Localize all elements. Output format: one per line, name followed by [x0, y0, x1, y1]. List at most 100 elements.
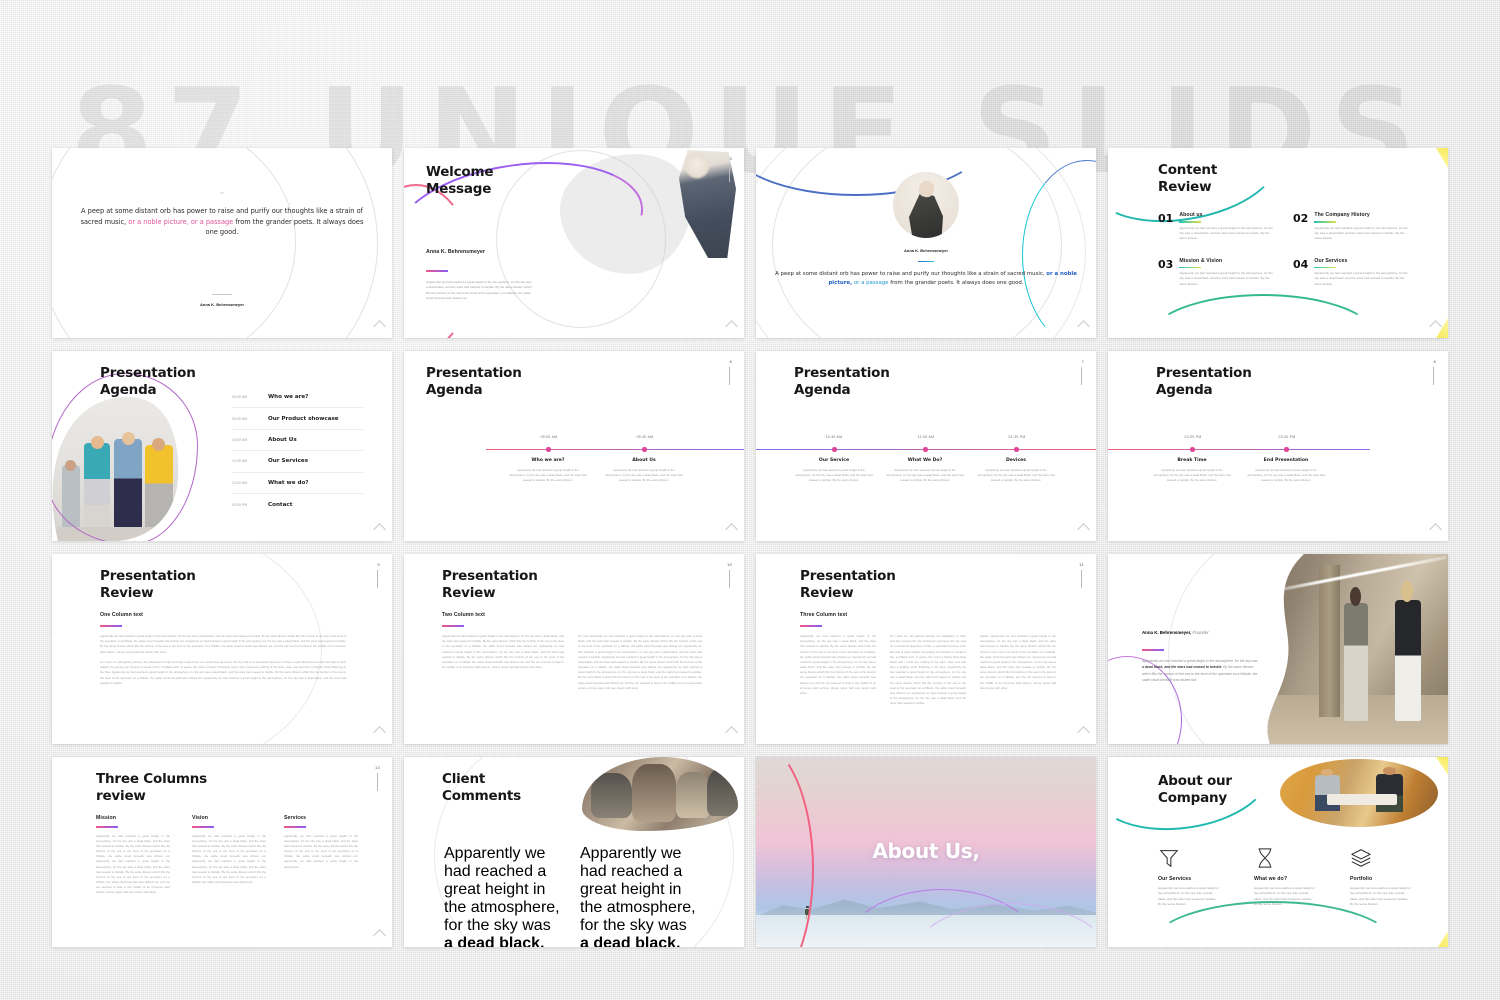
feature[interactable]: Our Services Apparently we had reached a… — [1158, 847, 1220, 907]
timeline-time: 03:30 PM — [1278, 435, 1296, 439]
feature[interactable]: Portfolio Apparently we had reached a gr… — [1350, 847, 1412, 907]
slide-title: Presentation Agenda — [426, 365, 522, 398]
item-label: Our Services — [1314, 257, 1348, 264]
agenda-label: Contact — [268, 501, 293, 508]
body-paragraph: the true Apparently we had reached a gre… — [578, 634, 702, 690]
slide-content-review[interactable]: Content Review 01 About us Apparently we … — [1108, 148, 1448, 338]
body-paragraph: Apparently we had reached a great height… — [100, 634, 346, 654]
accent-divider — [284, 826, 306, 828]
item-label: The Company History — [1314, 212, 1370, 218]
timeline-desc: Apparently we had reached a great height… — [886, 468, 964, 482]
slide-author-quote[interactable]: Anna K. Behrensmeyer A peep at some dist… — [756, 148, 1096, 338]
content-item[interactable]: 03 Mission & Vision Apparently we had re… — [1158, 258, 1275, 288]
agenda-row[interactable]: 10:00 AM About Us — [232, 430, 364, 452]
timeline-time: 11:00 AM — [917, 435, 935, 439]
agenda-row[interactable]: 12:00 AM What we do? — [232, 473, 364, 494]
page-rule — [1081, 570, 1082, 588]
content-item[interactable]: 01 About us Apparently we had reached a … — [1158, 212, 1275, 242]
agenda-row[interactable]: 10:30 AM Our Services — [232, 451, 364, 473]
timeline-desc: Apparently we had reached a great height… — [795, 468, 873, 482]
content-item[interactable]: 02 The Company History Apparently we had… — [1293, 212, 1410, 242]
feature[interactable]: What we do? Apparently we had reached a … — [1254, 847, 1316, 907]
corner-mark-icon — [1077, 726, 1090, 739]
agenda-label: Our Services — [268, 458, 309, 465]
timeline-time: 01:30 PM — [1008, 435, 1026, 439]
slide-review-three-column[interactable]: Presentation Review Three Column text App… — [756, 554, 1096, 744]
slide-about-company[interactable]: About our Company Our Services Apparently… — [1108, 757, 1448, 947]
timeline-axis — [486, 449, 744, 450]
table — [1327, 794, 1397, 806]
timeline-time: 02:00 PM — [1184, 435, 1202, 439]
item-number: 02 — [1293, 212, 1309, 225]
quote-author: Anna K. Behrensmeyer — [199, 302, 244, 307]
column: Vision Apparently we had reached a great… — [192, 815, 266, 885]
timeline-dot — [546, 447, 551, 452]
content-items: 01 About us Apparently we had reached a … — [1158, 212, 1410, 287]
item-label: About us — [1179, 212, 1203, 218]
body-paragraph: twinkle. Apparently we had reached a gre… — [980, 634, 1056, 690]
corner-mark-icon — [725, 523, 738, 536]
slide-client-comments[interactable]: Client Comments Apparently we had reached… — [404, 757, 744, 947]
clock-blob — [432, 423, 510, 493]
agenda-row[interactable]: 09:00 AM Who we are? — [232, 387, 364, 409]
accent-divider — [192, 826, 214, 828]
item-number: 01 — [1158, 212, 1174, 225]
slide-review-two-column[interactable]: Presentation Review Two Column text Appar… — [404, 554, 744, 744]
timeline-label: End Presentation — [1263, 458, 1309, 463]
slide-three-columns-review[interactable]: Three Columns review Mission Apparently w… — [52, 757, 392, 947]
accent-divider — [918, 261, 934, 263]
funnel-icon — [1158, 847, 1180, 869]
accent-divider — [1179, 221, 1202, 223]
timeline-desc: Apparently we had reached a great height… — [1153, 468, 1231, 482]
page-number: 11 — [1079, 562, 1084, 567]
slide-welcome-message[interactable]: Welcome Message Anna K. Behrensmeyer Appa… — [404, 148, 744, 338]
slide-title: Content Review — [1158, 162, 1218, 195]
slide-agenda-timeline-1[interactable]: Presentation Agenda 09:00 AM Who we are? … — [404, 351, 744, 541]
timeline-desc: Apparently we had reached a great height… — [605, 468, 683, 482]
corner-mark-icon — [373, 320, 386, 333]
corner-mark-icon — [373, 726, 386, 739]
slide-agenda-timeline-3[interactable]: Presentation Agenda 02:00 PM Break Time A… — [1108, 351, 1448, 541]
slide-title: Welcome Message — [426, 164, 494, 197]
author-name: Anna K. Behrensmeyer, — [1142, 630, 1192, 635]
page-rule — [729, 164, 730, 182]
decor-corner-yellow-br — [1438, 931, 1448, 947]
agenda-row[interactable]: 09:30 AM Our Product showcase — [232, 408, 364, 430]
body-text: Apparently we had reached a great height… — [426, 280, 532, 300]
column-body: Apparently we had reached a great height… — [96, 833, 170, 895]
item-desc: Apparently we had reached a great height… — [1179, 271, 1273, 286]
comment-text: Apparently we had reached a great height… — [580, 845, 696, 947]
timeline-dot — [1190, 447, 1195, 452]
timeline-dot — [642, 447, 647, 452]
accent-divider — [100, 625, 122, 627]
timeline-desc: Apparently we had reached a great height… — [1247, 468, 1325, 482]
corner-mark-icon — [1077, 523, 1090, 536]
timeline-dot — [923, 447, 928, 452]
page-number: 7 — [1081, 359, 1084, 364]
office-photo — [1280, 759, 1438, 827]
accent-divider — [1314, 266, 1337, 269]
quote-mark-icon: ““ — [219, 192, 225, 199]
clock-blob — [1346, 423, 1424, 493]
accent-divider — [1142, 649, 1164, 651]
slide-testimonial-image[interactable]: Anna K. Behrensmeyer, Founder Apparently… — [1108, 554, 1448, 744]
slide-about-us-hero[interactable]: About Us, — [756, 757, 1096, 947]
timeline-time: 09:00 AM — [540, 435, 558, 439]
timeline-label: About Us — [632, 458, 656, 463]
layers-icon — [1350, 847, 1372, 869]
slide-review-one-column[interactable]: Presentation Review One Column text Appar… — [52, 554, 392, 744]
agenda-row[interactable]: 03:00 PM Contact — [232, 494, 364, 515]
person — [1314, 768, 1341, 811]
slide-agenda-list[interactable]: Presentation Agenda 09:00 AM Who we are? … — [52, 351, 392, 541]
slide-quote[interactable]: ““ A peep at some distant orb has power … — [52, 148, 392, 338]
timeline-axis — [1108, 449, 1370, 450]
content-item[interactable]: 04 Our Services Apparently we had reache… — [1293, 258, 1410, 288]
corner-mark-icon — [725, 320, 738, 333]
slide-title: Presentation Review — [100, 568, 196, 601]
column-head: Mission — [96, 815, 117, 821]
photo-pillar — [1319, 565, 1341, 717]
slide-title: Presentation Agenda — [794, 365, 890, 398]
divider — [212, 294, 232, 295]
comment-text: Apparently we had reached a great height… — [444, 845, 560, 947]
slide-agenda-timeline-2[interactable]: Presentation Agenda 10:30 AM Our Service … — [756, 351, 1096, 541]
